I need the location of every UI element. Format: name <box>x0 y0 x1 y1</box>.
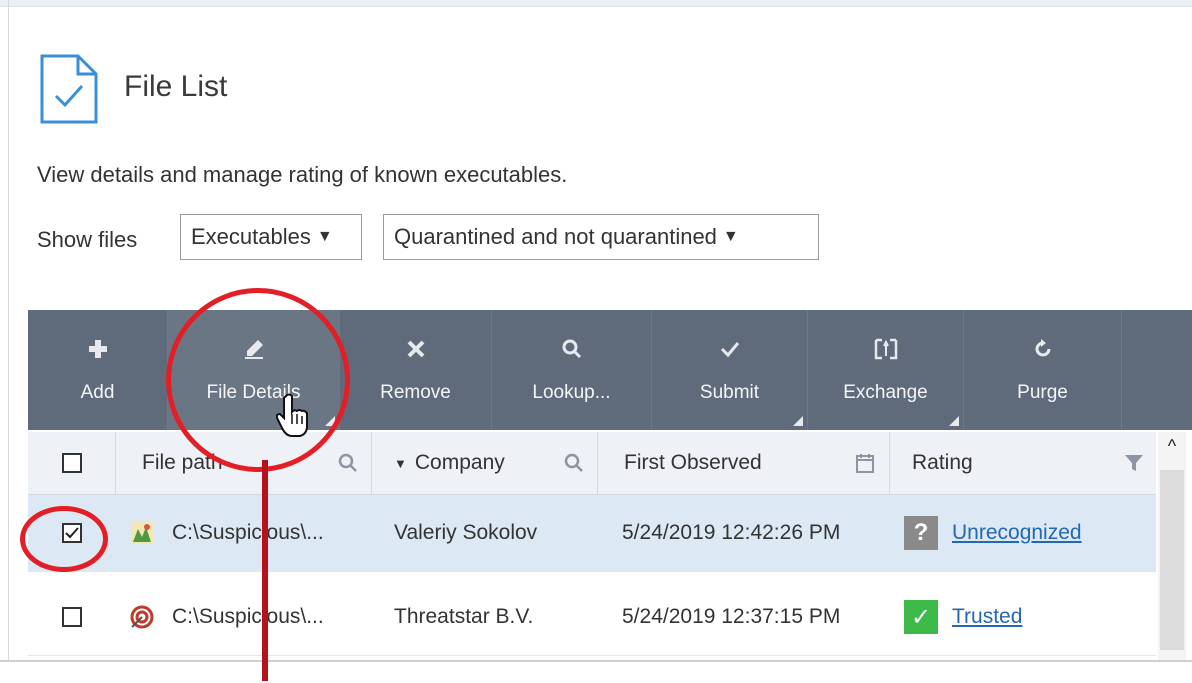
lookup-button-label: Lookup... <box>532 382 611 403</box>
first-observed-cell: 5/24/2019 12:42:26 PM <box>622 521 841 544</box>
exchange-button[interactable]: Exchange <box>808 310 964 430</box>
file-check-icon <box>40 54 98 124</box>
annotation-circle-file-details <box>166 288 350 472</box>
lookup-button[interactable]: Lookup... <box>492 310 652 430</box>
search-icon <box>562 339 581 359</box>
remove-button-label: Remove <box>380 382 451 403</box>
chevron-down-icon: ▼ <box>316 228 333 245</box>
x-icon <box>407 340 424 358</box>
calendar-icon[interactable] <box>855 452 875 474</box>
dropdown-corner-icon <box>793 416 803 426</box>
scrollbar-thumb[interactable] <box>1160 470 1184 650</box>
submit-button[interactable]: Submit <box>652 310 808 430</box>
purge-button-label: Purge <box>1017 382 1068 403</box>
target-file-icon <box>130 605 154 629</box>
page-title: File List <box>124 70 228 103</box>
column-rating-label: Rating <box>912 451 973 474</box>
remove-button[interactable]: Remove <box>340 310 492 430</box>
rating-cell: ? Unrecognized <box>904 495 1082 571</box>
sort-down-icon: ▼ <box>394 455 407 471</box>
select-all-checkbox[interactable] <box>61 453 82 473</box>
scroll-up-arrow-icon[interactable]: ^ <box>1160 436 1184 466</box>
rating-link[interactable]: Unrecognized <box>952 521 1082 545</box>
row-checkbox-cell <box>28 579 116 655</box>
file-type-select-value: Executables <box>191 224 311 249</box>
select-all-cell <box>28 432 116 494</box>
add-button-label: Add <box>80 382 115 403</box>
app-file-icon <box>131 522 153 544</box>
page-description: View details and manage rating of known … <box>37 162 568 187</box>
check-icon <box>720 342 739 358</box>
column-first-observed-label: First Observed <box>624 451 762 474</box>
first-observed-cell: 5/24/2019 12:37:15 PM <box>622 605 841 628</box>
dropdown-corner-icon <box>949 416 959 426</box>
file-type-select[interactable]: Executables ▼ <box>180 214 362 260</box>
add-button[interactable]: Add <box>28 310 168 430</box>
submit-button-label: Submit <box>699 382 760 403</box>
hand-cursor-icon <box>276 393 308 437</box>
column-company[interactable]: ▼ Company <box>372 432 598 494</box>
search-icon[interactable] <box>337 452 359 474</box>
window-top-border <box>0 0 1192 7</box>
exchange-icon <box>874 338 897 360</box>
file-path-cell: C:\Suspicious\... <box>130 579 324 655</box>
company-cell: Threatstar B.V. <box>394 605 534 628</box>
annotation-circle-checkbox <box>20 506 108 572</box>
table-row[interactable]: C:\Suspicious\... Threatstar B.V. 5/24/2… <box>28 579 1156 656</box>
annotation-pointer-line <box>262 460 268 681</box>
refresh-icon <box>1035 339 1050 357</box>
torn-edge <box>0 660 1192 683</box>
filter-icon[interactable] <box>1124 453 1144 473</box>
unrecognized-icon: ? <box>904 516 938 550</box>
row-checkbox[interactable] <box>62 607 82 627</box>
table-row[interactable]: C:\Suspicious\... Valeriy Sokolov 5/24/2… <box>28 495 1156 572</box>
show-files-label: Show files <box>37 227 138 252</box>
left-border <box>8 0 9 660</box>
column-rating[interactable]: Rating <box>890 432 1156 494</box>
file-path-text: C:\Suspicious\... <box>172 605 324 628</box>
file-path-text: C:\Suspicious\... <box>172 521 324 544</box>
file-path-cell: C:\Suspicious\... <box>130 495 324 571</box>
quarantine-select[interactable]: Quarantined and not quarantined ▼ <box>383 214 819 260</box>
exchange-button-label: Exchange <box>843 382 928 403</box>
rating-cell: ✓ Trusted <box>904 579 1022 655</box>
quarantine-select-value: Quarantined and not quarantined <box>394 224 717 249</box>
plus-icon <box>88 340 107 358</box>
chevron-down-icon: ▼ <box>722 228 739 245</box>
trusted-check-icon: ✓ <box>904 600 938 634</box>
purge-button[interactable]: Purge <box>964 310 1122 430</box>
company-cell: Valeriy Sokolov <box>394 521 538 544</box>
search-icon[interactable] <box>563 452 585 474</box>
column-first-observed[interactable]: First Observed <box>598 432 890 494</box>
column-company-label: Company <box>414 451 505 474</box>
rating-link[interactable]: Trusted <box>952 605 1022 629</box>
